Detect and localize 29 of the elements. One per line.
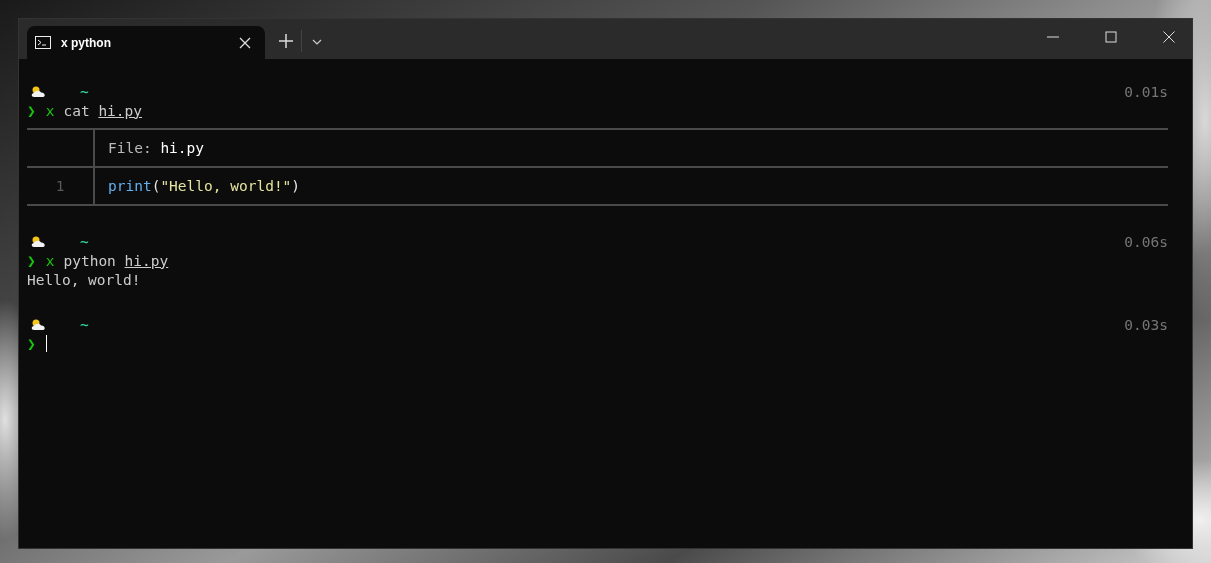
sun-cloud-icon (31, 235, 47, 248)
directory-text: ~ (80, 316, 89, 333)
caret-icon[interactable] (312, 39, 322, 45)
maximize-icon[interactable] (1105, 31, 1117, 43)
text-cursor (45, 335, 48, 352)
shell-name: x (45, 252, 55, 269)
line-number: 1 (55, 178, 65, 194)
prompt-symbol: ❯ (27, 252, 36, 269)
close-icon[interactable] (1163, 31, 1175, 43)
new-tab-icon[interactable] (279, 34, 293, 48)
prompt-symbol: ❯ (27, 102, 36, 119)
terminal-icon (35, 36, 51, 49)
sun-cloud-icon (31, 85, 47, 98)
directory-text: ~ (80, 83, 89, 100)
tab[interactable]: x python (27, 26, 265, 59)
tab-title: x python (61, 35, 111, 50)
close-icon[interactable] (239, 36, 251, 49)
duration-text: 0.06s (1124, 233, 1168, 250)
shell-name: x (45, 102, 55, 119)
code-line: print("Hello, world!") (108, 178, 301, 194)
output-text: Hello, world! (27, 271, 141, 288)
duration-text: 0.01s (1124, 83, 1168, 100)
directory-text: ~ (80, 233, 89, 250)
file-header: File: hi.py (108, 140, 205, 156)
sun-cloud-icon (31, 318, 47, 331)
command-text: cat hi.py (63, 102, 143, 119)
command-text: python hi.py (63, 252, 169, 269)
duration-text: 0.03s (1124, 316, 1168, 333)
prompt-symbol: ❯ (27, 335, 36, 352)
